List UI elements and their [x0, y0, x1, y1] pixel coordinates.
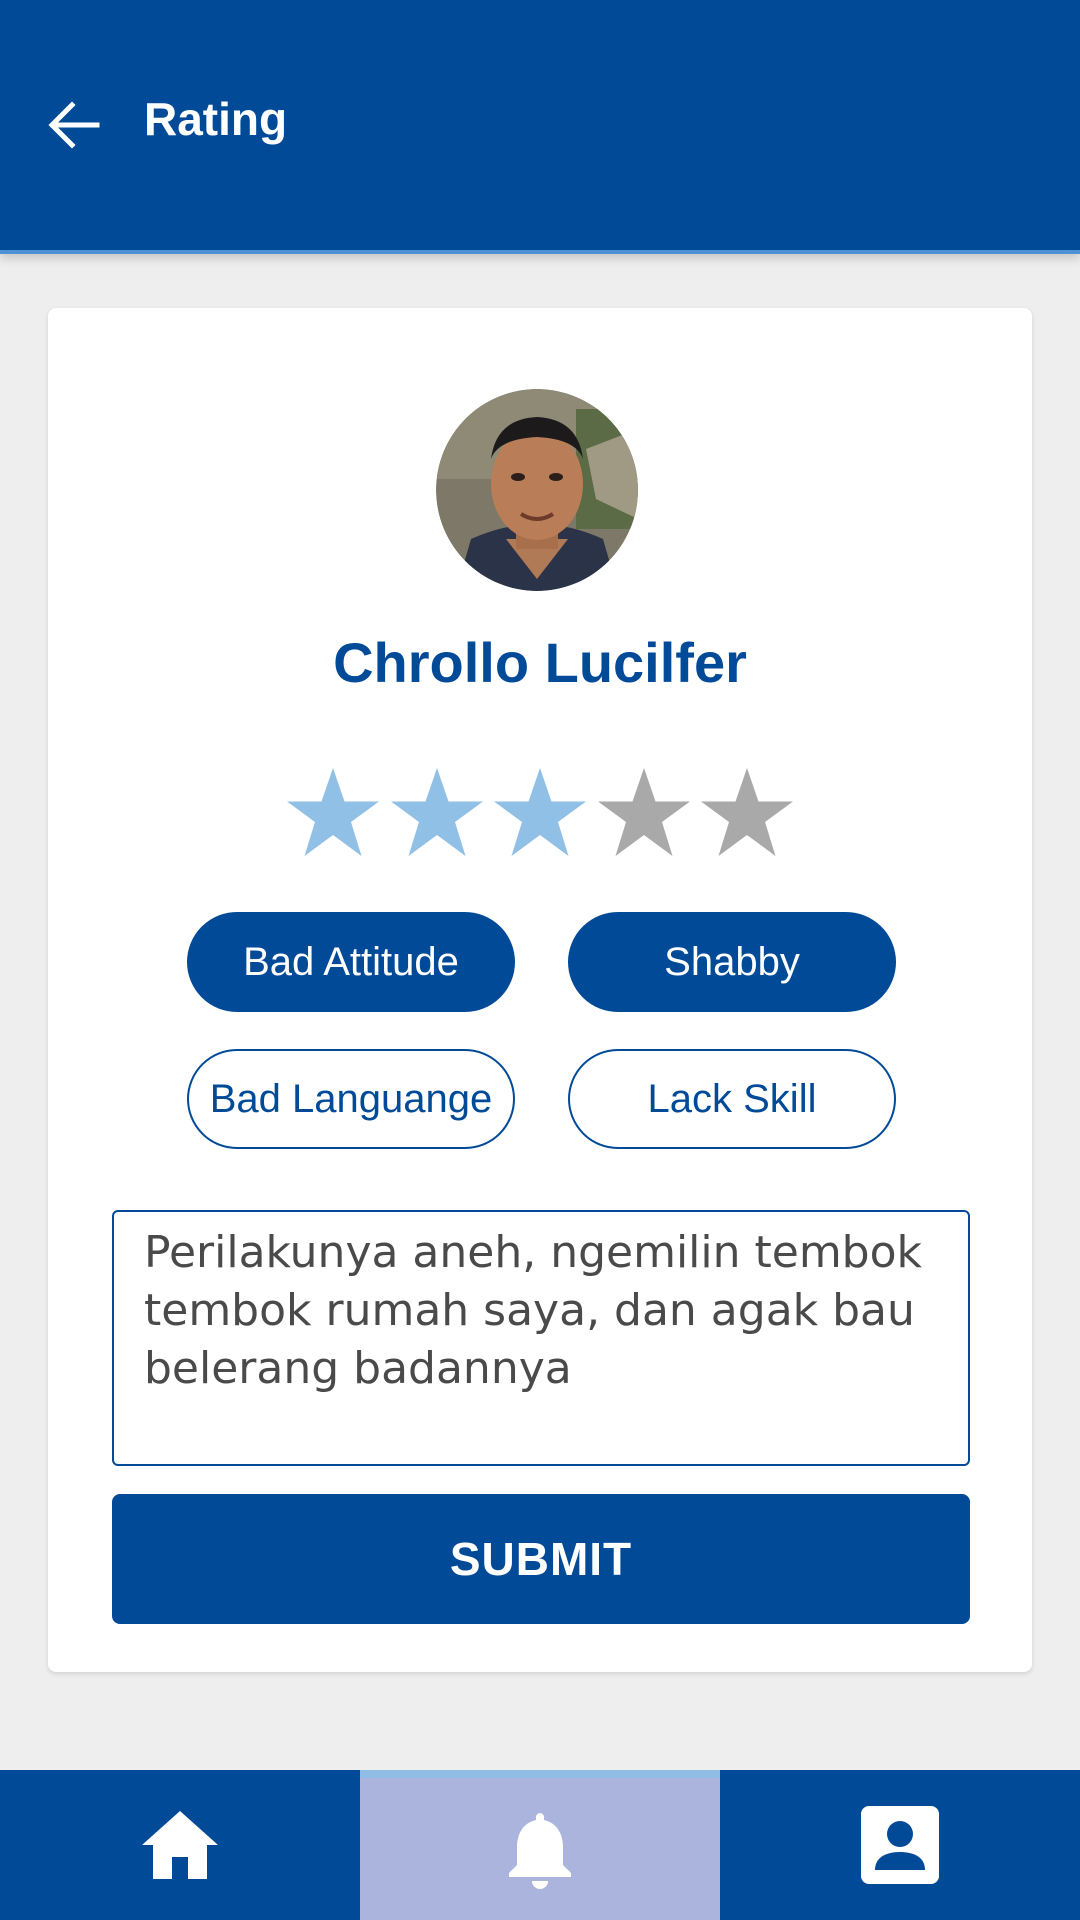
star-icon-5[interactable] — [699, 766, 795, 858]
star-icon-1[interactable] — [285, 766, 381, 858]
back-button[interactable] — [40, 95, 106, 155]
tag-chip-lack-skill[interactable]: Lack Skill — [568, 1049, 896, 1149]
bottom-nav — [0, 1770, 1080, 1920]
star-rating[interactable] — [285, 766, 795, 858]
user-photo — [436, 389, 638, 591]
submit-button[interactable]: SUBMIT — [112, 1494, 970, 1624]
account-box-icon — [861, 1806, 939, 1884]
bell-icon — [509, 1813, 571, 1889]
star-icon-4[interactable] — [596, 766, 692, 858]
home-icon — [142, 1811, 218, 1879]
star-icon-2[interactable] — [389, 766, 485, 858]
tag-chip-shabby[interactable]: Shabby — [568, 912, 896, 1012]
avatar — [436, 389, 638, 591]
tag-chip-bad-attitude[interactable]: Bad Attitude — [187, 912, 515, 1012]
user-name: Chrollo Lucilfer — [333, 631, 747, 694]
nav-item-profile[interactable] — [720, 1770, 1080, 1920]
nav-item-notifications[interactable] — [360, 1770, 720, 1920]
app-bar: Rating — [0, 0, 1080, 250]
nav-item-home[interactable] — [0, 1770, 360, 1920]
star-icon-3[interactable] — [492, 766, 588, 858]
arrow-back-icon — [48, 101, 100, 149]
tag-chip-bad-languange[interactable]: Bad Languange — [187, 1049, 515, 1149]
page-title: Rating — [144, 93, 288, 145]
comment-field[interactable]: Perilakunya aneh, ngemilin tembok tembok… — [112, 1210, 970, 1466]
